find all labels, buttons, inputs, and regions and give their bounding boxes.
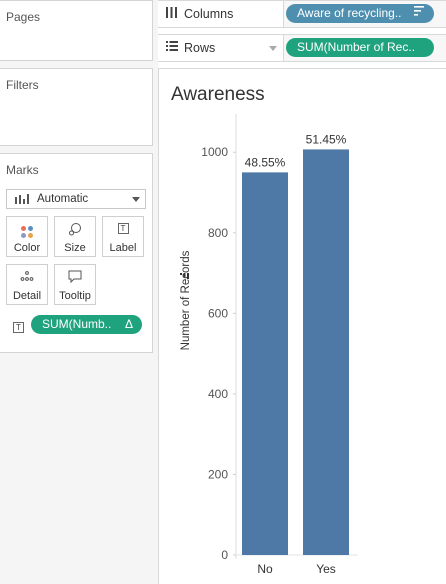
y-tick-label: 1000	[201, 145, 228, 159]
marks-field-text: SUM(Numb..	[42, 317, 112, 331]
columns-pill-text: Aware of recycling..	[297, 6, 402, 20]
mark-type-value: Automatic	[37, 193, 89, 205]
tooltip-label: Tooltip	[59, 290, 91, 302]
data-label: 48.55%	[245, 155, 286, 169]
columns-pill[interactable]: Aware of recycling..	[286, 4, 434, 23]
bar-chart-icon	[15, 194, 29, 207]
axis-sort-icon-bar	[187, 273, 189, 279]
columns-label: Columns	[184, 7, 234, 21]
y-axis-title: Number of Records	[180, 250, 192, 350]
y-tick-label: 400	[208, 387, 228, 401]
marks-field-pill[interactable]: SUM(Numb.. Δ	[31, 315, 142, 334]
rows-pill-text: SUM(Number of Rec..	[297, 40, 416, 54]
y-tick-label: 600	[208, 306, 228, 320]
filters-title: Filters	[6, 78, 39, 92]
rows-shelf-label: Rows	[158, 35, 284, 61]
size-button[interactable]: Size	[54, 216, 96, 257]
chevron-down-icon	[269, 46, 277, 51]
x-tick-label: No	[257, 562, 273, 576]
color-icon	[7, 222, 47, 238]
bar-chart: 0 200 400 600 800 1000 Number of Records 48.55%…	[180, 114, 358, 576]
rows-pill[interactable]: SUM(Number of Rec..	[286, 38, 434, 57]
size-label: Size	[64, 242, 86, 254]
marks-card: Marks Automatic Color Size T Label Detai…	[0, 153, 153, 353]
axis-sort-icon-bar	[183, 273, 186, 277]
filters-card[interactable]: Filters	[0, 68, 153, 146]
label-encoding-icon: T	[13, 319, 24, 333]
delta-icon: Δ	[124, 317, 133, 331]
sort-descending-icon	[414, 4, 424, 23]
tooltip-icon	[55, 270, 95, 284]
size-icon	[55, 222, 95, 236]
left-pane: Pages Filters Marks Automatic Color Size…	[0, 0, 158, 584]
marks-title: Marks	[6, 163, 39, 177]
text-icon: T	[103, 222, 143, 236]
mark-type-dropdown[interactable]: Automatic	[6, 189, 146, 209]
detail-button[interactable]: Detail	[6, 264, 48, 305]
color-label: Color	[13, 242, 41, 254]
pages-card[interactable]: Pages	[0, 0, 153, 61]
y-tick-label: 0	[221, 548, 228, 562]
pages-title: Pages	[6, 10, 41, 24]
axis-sort-icon	[180, 273, 182, 275]
label-label: Label	[109, 242, 137, 254]
columns-shelf-label: Columns	[158, 1, 284, 27]
y-tick-label: 800	[208, 226, 228, 240]
data-label: 51.45%	[306, 132, 347, 146]
detail-icon	[7, 270, 47, 284]
rows-label: Rows	[184, 41, 216, 55]
bar-yes	[303, 149, 349, 555]
chevron-down-icon	[132, 197, 140, 202]
bar-no	[242, 172, 288, 555]
tooltip-button[interactable]: Tooltip	[54, 264, 96, 305]
detail-label: Detail	[12, 290, 42, 302]
x-tick-label: Yes	[316, 562, 336, 576]
y-tick-label: 200	[208, 467, 228, 481]
color-button[interactable]: Color	[6, 216, 48, 257]
columns-icon	[166, 7, 177, 21]
rows-icon	[166, 41, 178, 54]
label-button[interactable]: T Label	[102, 216, 144, 257]
